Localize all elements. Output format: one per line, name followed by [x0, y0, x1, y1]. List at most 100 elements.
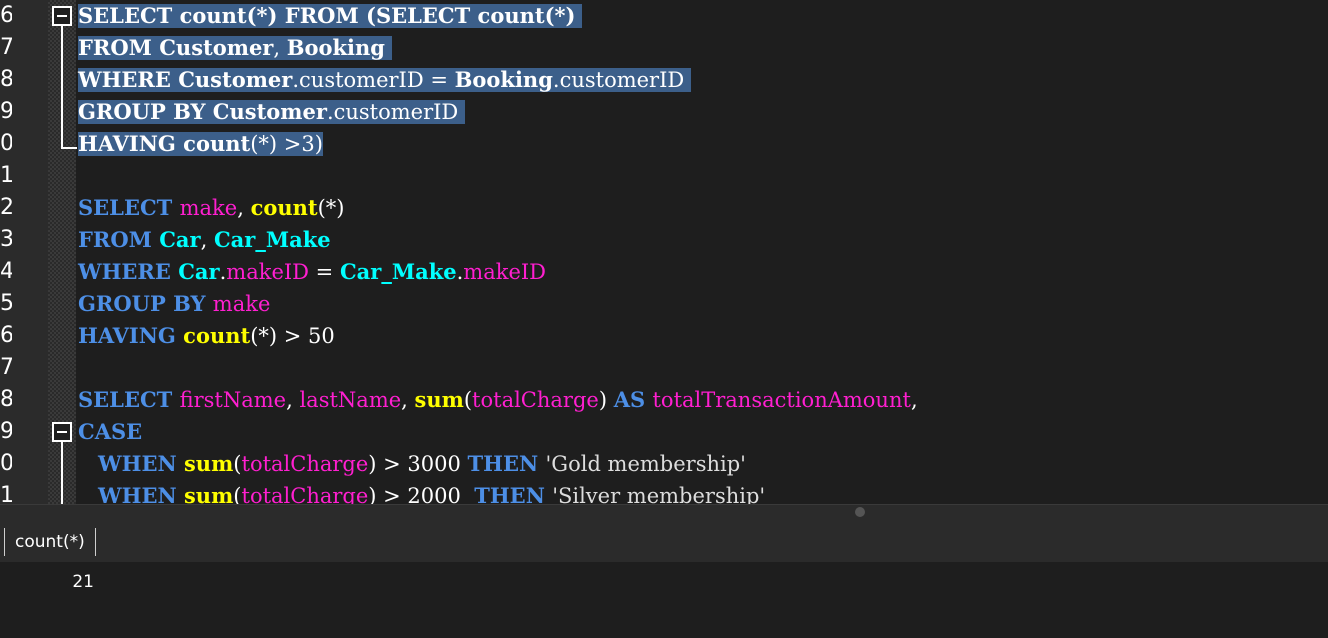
code-line[interactable]: WHERE Car.makeID = Car_Make.makeID [78, 256, 546, 288]
fold-collapse-icon[interactable] [52, 422, 72, 442]
code-token: (*) >3) [250, 132, 323, 156]
code-token: ) [598, 388, 614, 412]
code-token: THEN [467, 451, 546, 476]
line-number: 0 [0, 131, 12, 156]
code-token: make [179, 196, 238, 220]
line-number: 2 [0, 195, 12, 220]
code-line[interactable]: GROUP BY Customer.customerID [78, 96, 465, 128]
code-token: , [200, 228, 214, 252]
fold-guide-line [61, 442, 63, 504]
code-token: WHEN [98, 483, 184, 504]
code-token: sum [414, 387, 464, 412]
code-token: ) > 2000 [368, 484, 475, 504]
code-token: GROUP BY [78, 291, 213, 316]
code-token: ) > 3000 [368, 452, 468, 476]
code-line[interactable]: WHEN sum(totalCharge) > 3000 THEN 'Gold … [78, 448, 746, 480]
line-number: 8 [0, 67, 12, 92]
line-number: 7 [0, 355, 12, 380]
code-token: ( [233, 484, 242, 504]
code-line[interactable]: WHEN sum(totalCharge) > 2000 THEN 'Silve… [78, 480, 765, 504]
code-token: sum [183, 483, 234, 504]
code-token: Car [159, 227, 201, 252]
code-token: SELECT [78, 387, 180, 412]
column-header-count[interactable]: count(*) [4, 528, 96, 556]
code-line[interactable]: SELECT firstName, lastName, sum(totalCha… [78, 384, 918, 416]
line-number: 1 [0, 483, 12, 504]
results-grid[interactable]: 21 [0, 562, 1328, 638]
line-number: 9 [0, 419, 12, 444]
code-token: = [309, 260, 340, 284]
code-line[interactable]: SELECT make, count(*) [78, 192, 344, 224]
code-token: Car [178, 259, 220, 284]
line-number: 0 [0, 451, 12, 476]
fold-end-marker [61, 147, 77, 149]
code-token: SELECT [78, 195, 180, 220]
code-token: count [183, 323, 251, 348]
code-token: .customerID [326, 100, 465, 124]
code-token: lastName [299, 388, 402, 412]
code-token: ( [233, 452, 242, 476]
code-token: makeID [226, 260, 309, 284]
code-token: makeID [463, 260, 547, 284]
line-number: 5 [0, 291, 12, 316]
line-number: 4 [0, 259, 12, 284]
code-line[interactable]: GROUP BY make [78, 288, 270, 320]
code-token: HAVING [78, 323, 184, 348]
fold-guide-line [61, 26, 63, 148]
code-token: .customerID = [292, 68, 455, 92]
code-token: make [212, 292, 271, 316]
code-token: FROM Customer [78, 35, 274, 60]
results-header: count(*) [0, 520, 1328, 562]
line-number: 1 [0, 163, 12, 188]
code-token: HAVING count [78, 131, 251, 156]
code-line[interactable]: HAVING count(*) >3) [78, 128, 323, 160]
code-token: WHEN [98, 451, 184, 476]
result-cell[interactable]: 21 [0, 568, 94, 596]
code-token: count [250, 195, 318, 220]
code-token: GROUP BY Customer [78, 99, 327, 124]
code-line[interactable]: HAVING count(*) > 50 [78, 320, 335, 352]
code-token: sum [183, 451, 234, 476]
code-token: firstName [179, 388, 287, 412]
code-token: 'Silver membership' [552, 484, 766, 504]
code-token: WHERE [78, 259, 179, 284]
line-number: 8 [0, 387, 12, 412]
code-token: WHERE Customer [78, 67, 293, 92]
code-token: Booking [286, 35, 385, 60]
code-token: THEN [474, 483, 553, 504]
code-token: totalTransactionAmount [652, 388, 911, 412]
code-token: (*) > 50 [250, 324, 335, 348]
line-number-gutter: 6 7 8 9 0 1 2 3 4 5 6 7 8 9 0 1 [0, 0, 48, 504]
code-token: .customerID [552, 68, 691, 92]
code-token: , [910, 388, 918, 412]
code-line[interactable]: FROM Customer, Booking [78, 32, 392, 64]
sql-editor[interactable]: 6789012345678901 SELECT count(*) FROM (S… [0, 0, 1328, 504]
code-line[interactable]: CASE [78, 416, 142, 448]
code-token: SELECT count(*) FROM (SELECT count(*) [78, 3, 576, 28]
fold-collapse-icon[interactable] [52, 6, 72, 26]
code-token: , [401, 388, 415, 412]
code-token: CASE [78, 419, 143, 444]
code-token: AS [613, 387, 653, 412]
code-line[interactable]: WHERE Customer.customerID = Booking.cust… [78, 64, 691, 96]
code-token: FROM [78, 227, 160, 252]
code-token: , [237, 196, 251, 220]
code-token: totalCharge [472, 388, 599, 412]
code-token: 'Gold membership' [545, 452, 746, 476]
code-token: (*) [317, 196, 345, 220]
pane-splitter[interactable] [0, 504, 1328, 520]
code-token: totalCharge [241, 452, 369, 476]
splitter-handle[interactable] [855, 507, 865, 517]
line-number: 6 [0, 323, 12, 348]
line-number: 7 [0, 35, 12, 60]
code-line[interactable]: SELECT count(*) FROM (SELECT count(*) [78, 0, 583, 32]
code-token: , [273, 36, 287, 60]
code-line[interactable]: FROM Car, Car_Make [78, 224, 331, 256]
code-token: Booking [454, 67, 553, 92]
line-number: 6 [0, 3, 12, 28]
code-token: , [286, 388, 300, 412]
